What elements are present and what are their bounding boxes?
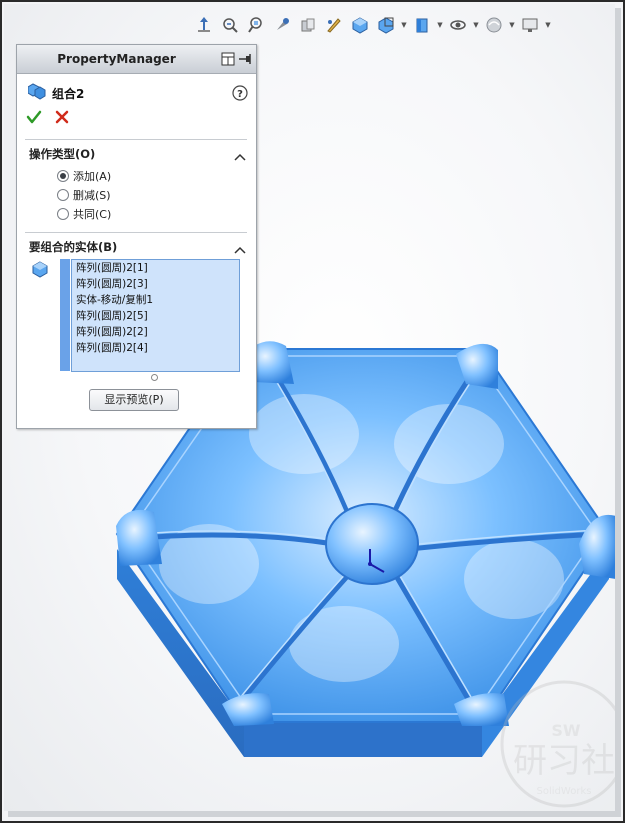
app-window-frame: SW 研习社 SolidWorks ▼ ▼ ▼ ▼ ▼ PropertyMana…	[0, 0, 625, 823]
previous-view-icon[interactable]	[270, 13, 294, 37]
list-item[interactable]: 阵列(圆周)2[1]	[72, 260, 239, 276]
radio-common[interactable]: 共同(C)	[57, 206, 111, 222]
window-shadow-bottom	[8, 811, 621, 817]
watermark-logo: SW	[551, 721, 581, 740]
list-item[interactable]: 阵列(圆周)2[2]	[72, 324, 239, 340]
feature-title: 组合2	[52, 86, 85, 101]
view-orientation-cube-icon[interactable]	[348, 13, 372, 37]
collapse-chevron-icon[interactable]	[234, 147, 246, 161]
cancel-x-icon[interactable]	[54, 109, 70, 129]
divider	[25, 139, 247, 140]
view-settings-dropdown-icon[interactable]: ▼	[544, 13, 552, 37]
help-icon[interactable]: ?	[232, 85, 248, 105]
zoom-area-icon[interactable]	[244, 13, 268, 37]
zoom-to-fit-icon[interactable]	[218, 13, 242, 37]
watermark-chars: 研习社	[513, 741, 615, 781]
radio-common-label: 共同(C)	[73, 208, 112, 221]
feature-title-row: 组合2 ?	[27, 82, 248, 105]
radio-add-label: 添加(A)	[73, 170, 112, 183]
radio-button-subtract[interactable]	[57, 189, 69, 201]
selection-box-active-bar	[60, 259, 70, 371]
dynamic-annotation-icon[interactable]	[322, 13, 346, 37]
divider	[25, 232, 247, 233]
ok-check-icon[interactable]	[26, 109, 42, 129]
watermark-sub: SolidWorks	[537, 786, 592, 797]
solid-body-icon	[31, 260, 49, 282]
radio-button-common[interactable]	[57, 208, 69, 220]
apply-scene-dropdown-icon[interactable]: ▼	[508, 13, 516, 37]
list-resize-handle[interactable]	[151, 374, 158, 381]
list-item[interactable]: 阵列(圆周)2[3]	[72, 276, 239, 292]
view-orientation-icon[interactable]	[192, 13, 216, 37]
edit-appearance-icon[interactable]	[446, 13, 470, 37]
hide-show-items-icon[interactable]	[410, 13, 434, 37]
list-item[interactable]: 实体-移动/复制1	[72, 292, 239, 308]
window-shadow-right	[615, 8, 621, 815]
display-style-dropdown-icon[interactable]: ▼	[400, 13, 408, 37]
property-manager-panel: PropertyManager 组合2 ? 操作类型(O) 添加(A) 删减(S…	[16, 44, 257, 429]
radio-subtract-label: 删减(S)	[73, 189, 111, 202]
property-manager-title: PropertyManager	[57, 52, 176, 66]
collapse-chevron-icon[interactable]	[234, 240, 246, 254]
view-settings-icon[interactable]	[518, 13, 542, 37]
combine-feature-icon	[27, 82, 46, 104]
operation-type-group-title: 操作类型(O)	[29, 147, 96, 161]
heads-up-view-toolbar: ▼ ▼ ▼ ▼ ▼	[192, 12, 552, 38]
detach-panel-icon[interactable]	[221, 51, 235, 70]
radio-button-add[interactable]	[57, 170, 69, 182]
list-item[interactable]: 阵列(圆周)2[4]	[72, 340, 239, 356]
center-dome	[325, 503, 419, 585]
pin-icon[interactable]	[238, 51, 252, 70]
watermark: SW 研习社 SolidWorks	[500, 680, 615, 808]
list-item[interactable]: 阵列(圆周)2[5]	[72, 308, 239, 324]
property-manager-header: PropertyManager	[17, 45, 256, 74]
bodies-selection-list[interactable]: 阵列(圆周)2[1] 阵列(圆周)2[3] 实体-移动/复制1 阵列(圆周)2[…	[71, 259, 240, 372]
graphics-area[interactable]: SW 研习社 SolidWorks ▼ ▼ ▼ ▼ ▼ PropertyMana…	[4, 4, 615, 811]
display-style-icon[interactable]	[374, 13, 398, 37]
section-view-icon[interactable]	[296, 13, 320, 37]
apply-scene-icon[interactable]	[482, 13, 506, 37]
edit-appearance-dropdown-icon[interactable]: ▼	[472, 13, 480, 37]
radio-add[interactable]: 添加(A)	[57, 168, 111, 184]
radio-subtract[interactable]: 删减(S)	[57, 187, 111, 203]
bodies-group-title: 要组合的实体(B)	[29, 240, 118, 254]
help-label: ?	[237, 89, 243, 100]
show-preview-button[interactable]: 显示预览(P)	[89, 389, 179, 411]
hide-show-dropdown-icon[interactable]: ▼	[436, 13, 444, 37]
side-face-front	[244, 722, 482, 757]
